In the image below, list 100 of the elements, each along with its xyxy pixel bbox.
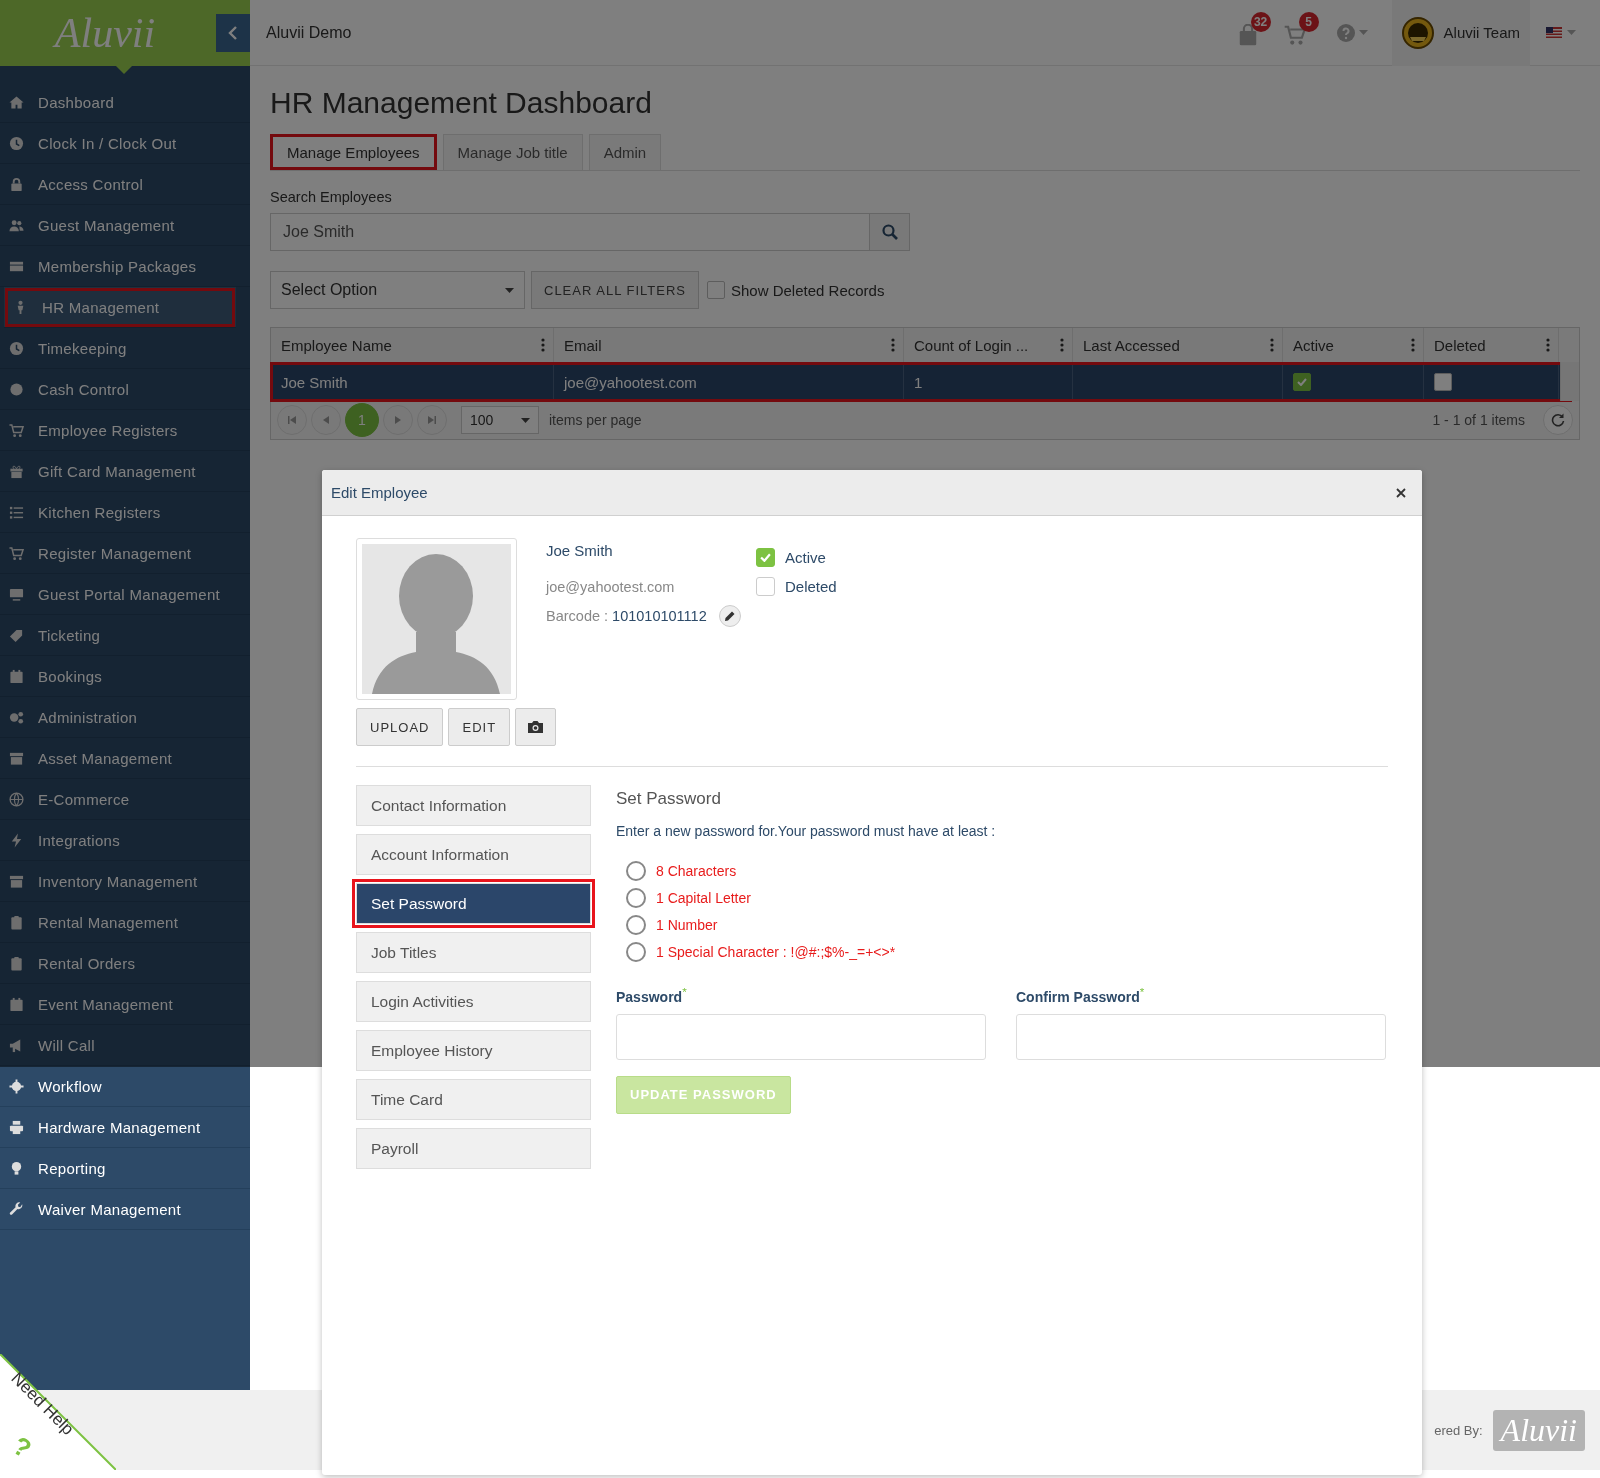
badge-avatar-icon <box>1401 16 1434 49</box>
photo-button[interactable]: EDIT <box>448 708 511 746</box>
sidebar-item[interactable]: Guest Portal Management <box>0 574 250 615</box>
edit-barcode-button[interactable] <box>718 605 741 627</box>
section-tab[interactable]: Login Activities <box>356 981 591 1022</box>
section-tab[interactable]: Time Card <box>356 1079 591 1120</box>
requirement-text: 1 Capital Letter <box>656 889 751 906</box>
camera-button[interactable] <box>515 708 556 746</box>
checkmark-icon <box>1297 378 1307 386</box>
calendar-icon <box>9 668 24 684</box>
sidebar-item[interactable]: Access Control <box>0 164 250 205</box>
sidebar-item[interactable]: Administration <box>0 697 250 738</box>
calendar-icon <box>9 996 24 1012</box>
photo-button[interactable]: UPLOAD <box>356 708 444 746</box>
section-tab[interactable]: Contact Information <box>356 785 591 826</box>
panel-title: Set Password <box>616 789 722 809</box>
logo: Aluvii <box>54 9 156 57</box>
footer-logo: Aluvii <box>1492 1409 1585 1451</box>
section-tab[interactable]: Employee History <box>356 1030 591 1071</box>
first-page-button[interactable] <box>277 405 307 435</box>
clipboard-icon <box>9 955 24 971</box>
per-page-label: items per page <box>549 412 642 428</box>
kebab-menu-icon <box>541 338 545 352</box>
refresh-button[interactable] <box>1543 405 1573 435</box>
pencil-icon <box>724 610 736 622</box>
sidebar-item[interactable]: Will Call <box>0 1025 250 1066</box>
sidebar-item[interactable]: HR Management <box>4 287 236 328</box>
sidebar-item[interactable]: Timekeeping <box>0 328 250 369</box>
section-tab[interactable]: Account Information <box>356 834 591 875</box>
checkbox-label: Active <box>785 549 826 566</box>
camera-icon <box>527 720 545 734</box>
sidebar-item[interactable]: Integrations <box>0 820 250 861</box>
notifications-button[interactable]: 32 <box>1236 12 1271 49</box>
cart-button[interactable]: 5 <box>1282 12 1319 49</box>
sidebar-item[interactable]: Register Management <box>0 533 250 574</box>
sidebar-item[interactable]: Gift Card Management <box>0 451 250 492</box>
sidebar-item[interactable]: Hardware Management <box>0 1107 250 1148</box>
filter-dropdown[interactable]: Select Option <box>270 271 525 309</box>
bulb-icon <box>9 1160 24 1176</box>
tag-icon <box>9 627 24 643</box>
refresh-icon <box>1551 413 1565 427</box>
kebab-menu-icon <box>1060 338 1064 352</box>
search-field[interactable]: Joe Smith <box>270 213 869 251</box>
tab[interactable]: Admin <box>588 134 662 170</box>
help-icon <box>1336 23 1355 42</box>
checkbox-label: Show Deleted Records <box>731 281 885 299</box>
sidebar-item[interactable]: Guest Management <box>0 205 250 246</box>
sidebar-item[interactable]: Dashboard <box>0 82 250 123</box>
clipboard-icon <box>9 914 24 930</box>
kebab-menu-icon <box>891 338 895 352</box>
sidebar-item[interactable]: E-Commerce <box>0 779 250 820</box>
sidebar-item[interactable]: Waiver Management <box>0 1189 250 1230</box>
sidebar-item[interactable]: Rental Management <box>0 902 250 943</box>
sidebar-item[interactable]: Ticketing <box>0 615 250 656</box>
sidebar-item[interactable]: Bookings <box>0 656 250 697</box>
checkbox[interactable] <box>756 577 775 596</box>
sidebar-item[interactable]: Inventory Management <box>0 861 250 902</box>
wrench-icon <box>9 1201 24 1217</box>
tab[interactable]: Manage Employees <box>270 134 437 170</box>
employee-name: Joe Smith <box>546 542 614 559</box>
sidebar-item[interactable]: Employee Registers <box>0 410 250 451</box>
checkmark-icon <box>760 553 771 562</box>
search-label: Search Employees <box>270 189 393 205</box>
gift-icon <box>9 463 24 479</box>
chevron-left-icon <box>228 25 238 40</box>
search-button[interactable] <box>869 213 910 251</box>
sidebar-item[interactable]: Asset Management <box>0 738 250 779</box>
clock-icon <box>9 340 24 356</box>
sidebar-item[interactable]: Event Management <box>0 984 250 1025</box>
sidebar-item[interactable]: Rental Orders <box>0 943 250 984</box>
previous-icon <box>323 416 329 424</box>
sidebar-item[interactable]: Kitchen Registers <box>0 492 250 533</box>
tab[interactable]: Manage Job title <box>442 134 583 170</box>
box-icon <box>9 873 24 889</box>
section-tab[interactable]: Job Titles <box>356 932 591 973</box>
password-field[interactable] <box>616 1013 986 1060</box>
checkbox[interactable] <box>756 548 775 567</box>
last-page-icon <box>428 416 436 424</box>
first-page-icon <box>288 416 296 424</box>
sidebar-item[interactable]: Clock In / Clock Out <box>0 123 250 164</box>
last-page-button[interactable] <box>417 405 447 435</box>
checkbox[interactable] <box>707 281 725 299</box>
list-icon <box>9 504 24 520</box>
caret-icon <box>505 287 514 293</box>
section-tab[interactable]: Payroll <box>356 1128 591 1169</box>
clear-filters-button[interactable]: CLEAR ALL FILTERS <box>531 271 699 309</box>
requirement-text: 8 Characters <box>656 862 737 879</box>
page-size-dropdown[interactable]: 100 <box>461 406 539 434</box>
sidebar-item[interactable]: Reporting <box>0 1148 250 1189</box>
scrollbar[interactable] <box>1560 362 1579 401</box>
next-page-button[interactable] <box>383 405 413 435</box>
user-menu[interactable]: Aluvii Team <box>1391 0 1530 66</box>
caret-icon <box>1358 30 1368 35</box>
collapse-button[interactable] <box>216 13 250 52</box>
lock-icon <box>9 176 24 192</box>
password-field[interactable] <box>1016 1013 1386 1060</box>
previous-page-button[interactable] <box>311 405 341 435</box>
sidebar-item[interactable]: Cash Control <box>0 369 250 410</box>
sidebar-item[interactable]: Workflow <box>0 1066 250 1107</box>
clock-icon <box>9 135 24 151</box>
